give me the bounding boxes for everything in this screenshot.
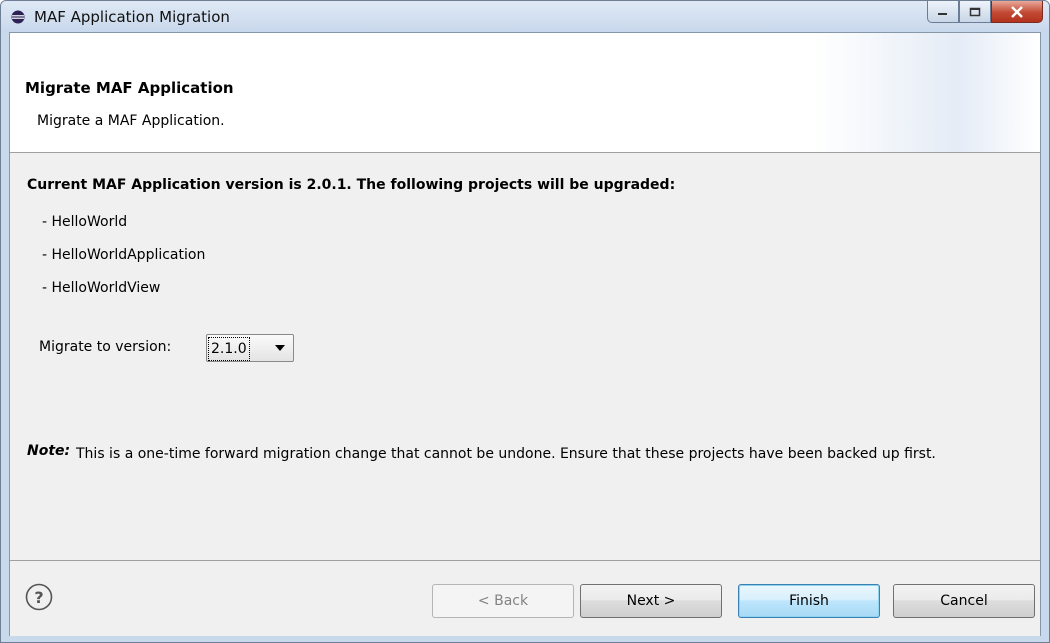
migrate-version-select[interactable]: 2.1.0 [206,334,294,362]
help-icon[interactable]: ? [25,583,53,611]
eclipse-app-icon [11,10,25,24]
dropdown-arrow-icon [275,345,285,351]
migrate-version-label: Migrate to version: [39,339,172,355]
close-icon [1011,5,1023,18]
minimize-button[interactable] [927,1,959,23]
wizard-banner: Migrate MAF Application Migrate a MAF Ap… [10,33,1040,153]
current-version-text: Current MAF Application version is 2.0.1… [27,177,676,193]
migration-dialog: MAF Application Migration Migrate MAF Ap… [0,0,1050,643]
note-label: Note: [27,443,71,459]
dialog-content: Migrate MAF Application Migrate a MAF Ap… [9,32,1041,636]
maximize-button[interactable] [959,1,991,23]
minimize-icon [938,12,947,15]
project-item-helloworldview: - HelloWorldView [42,280,161,296]
finish-button[interactable]: Finish [738,584,880,618]
next-button[interactable]: Next > [580,584,722,618]
wizard-footer: ? < Back Next > Finish Cancel [10,560,1040,636]
maximize-icon [969,7,981,16]
project-item-helloworldapplication: - HelloWorldApplication [42,247,206,263]
wizard-page-title: Migrate MAF Application [25,79,234,97]
window-title: MAF Application Migration [34,8,230,26]
cancel-button[interactable]: Cancel [893,584,1035,618]
migrate-version-value: 2.1.0 [208,337,250,361]
note-text: This is a one-time forward migration cha… [76,446,936,462]
svg-text:?: ? [34,588,43,607]
wizard-page-description: Migrate a MAF Application. [37,113,225,129]
close-button[interactable] [991,1,1043,23]
title-bar: MAF Application Migration [1,1,1049,32]
back-button[interactable]: < Back [432,584,574,618]
project-item-helloworld: - HelloWorld [42,214,128,230]
wizard-body: Current MAF Application version is 2.0.1… [10,153,1040,560]
